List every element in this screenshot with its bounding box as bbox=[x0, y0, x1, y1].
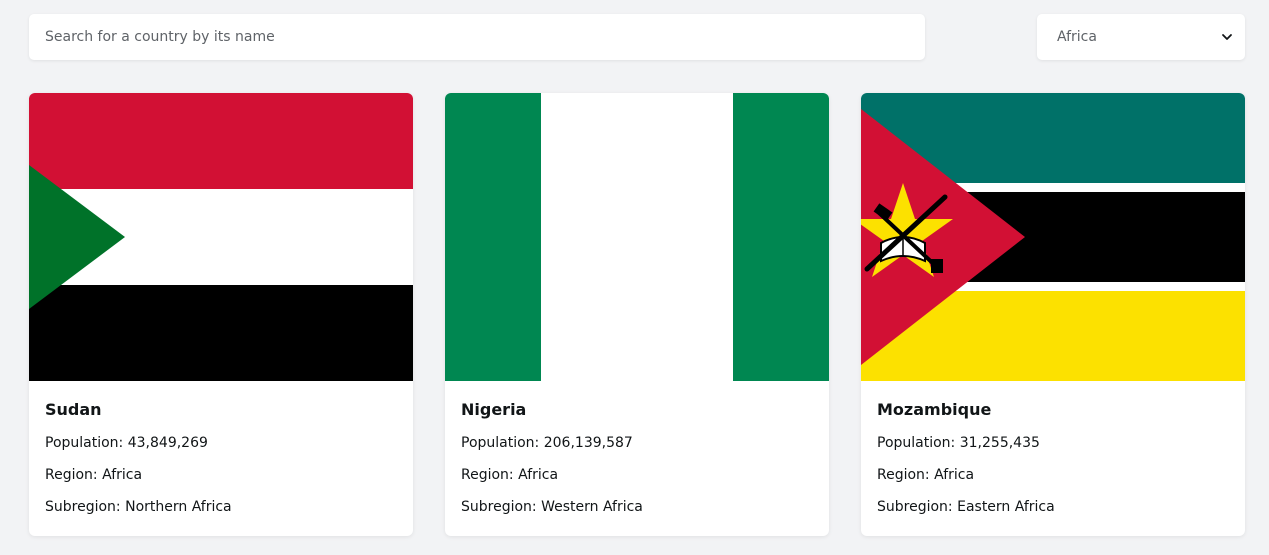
population-row: Population: 43,849,269 bbox=[45, 434, 397, 452]
region-filter-select[interactable]: Africa bbox=[1037, 14, 1245, 60]
country-name: Nigeria bbox=[461, 400, 527, 419]
region-row: Region: Africa bbox=[461, 466, 813, 484]
subregion-label: Subregion: bbox=[45, 499, 121, 515]
subregion-value: Western Africa bbox=[541, 499, 643, 515]
subregion-value: Northern Africa bbox=[125, 499, 232, 515]
search-input[interactable] bbox=[29, 14, 925, 60]
population-value: 206,139,587 bbox=[543, 435, 633, 451]
country-name: Sudan bbox=[45, 400, 102, 419]
population-row: Population: 31,255,435 bbox=[877, 434, 1229, 452]
nigeria-flag-image bbox=[445, 93, 829, 381]
subregion-row: Subregion: Western Africa bbox=[461, 498, 813, 516]
region-value: Africa bbox=[934, 467, 975, 483]
population-row: Population: 206,139,587 bbox=[461, 434, 813, 452]
region-value: Africa bbox=[518, 467, 559, 483]
subregion-label: Subregion: bbox=[877, 499, 953, 515]
region-label: Region: bbox=[877, 467, 930, 483]
country-card-sudan[interactable]: Sudan Population: 43,849,269 Region: Afr… bbox=[29, 93, 413, 536]
country-card-mozambique[interactable]: Mozambique Population: 31,255,435 Region… bbox=[861, 93, 1245, 536]
country-card-nigeria[interactable]: Nigeria Population: 206,139,587 Region: … bbox=[445, 93, 829, 536]
region-row: Region: Africa bbox=[45, 466, 397, 484]
region-row: Region: Africa bbox=[877, 466, 1229, 484]
region-value: Africa bbox=[102, 467, 143, 483]
population-label: Population: bbox=[461, 435, 540, 451]
country-name: Mozambique bbox=[877, 400, 992, 419]
region-filter-value: Africa bbox=[1057, 29, 1097, 45]
sudan-flag-image bbox=[29, 93, 413, 381]
subregion-value: Eastern Africa bbox=[957, 499, 1055, 515]
population-label: Population: bbox=[45, 435, 124, 451]
population-value: 43,849,269 bbox=[127, 435, 208, 451]
subregion-row: Subregion: Northern Africa bbox=[45, 498, 397, 516]
subregion-label: Subregion: bbox=[461, 499, 537, 515]
chevron-down-icon bbox=[1222, 34, 1232, 40]
population-value: 31,255,435 bbox=[959, 435, 1040, 451]
search-bar[interactable] bbox=[29, 14, 925, 60]
region-label: Region: bbox=[461, 467, 514, 483]
mozambique-flag-image bbox=[861, 93, 1245, 381]
subregion-row: Subregion: Eastern Africa bbox=[877, 498, 1229, 516]
region-label: Region: bbox=[45, 467, 98, 483]
population-label: Population: bbox=[877, 435, 956, 451]
